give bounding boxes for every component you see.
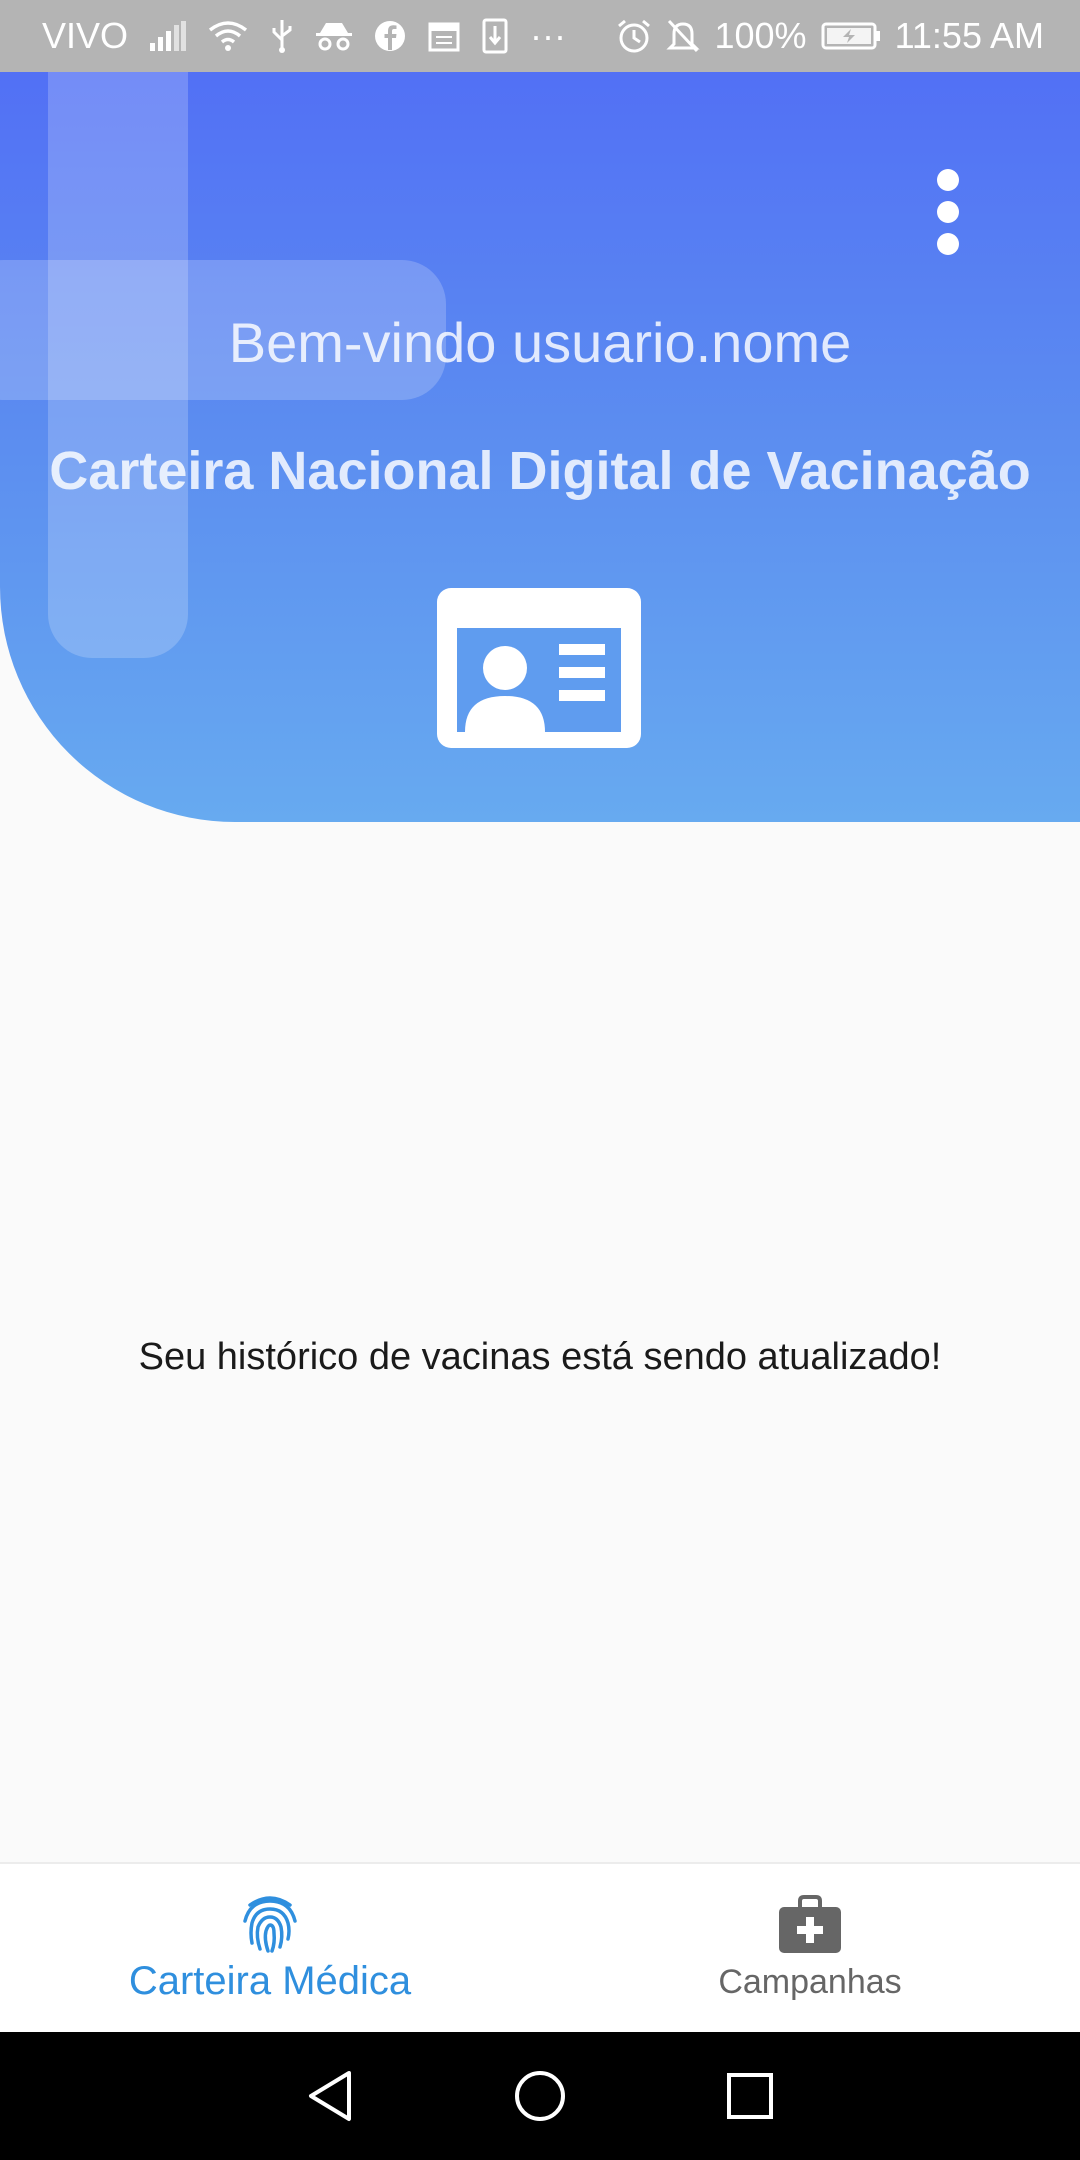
battery-icon [821, 16, 881, 56]
clock: 11:55 AM [894, 15, 1044, 56]
battery-percent: 100% [714, 15, 807, 56]
alarm-icon [616, 16, 652, 56]
system-navigation-bar [0, 2032, 1080, 2160]
medical-bag-icon [779, 1894, 841, 1953]
fingerprint-icon [240, 1893, 300, 1955]
menu-dot [937, 233, 959, 255]
vaccine-history-message: Seu histórico de vacinas está sendo atua… [138, 1336, 942, 1378]
incognito-icon [316, 16, 353, 56]
status-left: VIVO ··· [0, 15, 566, 57]
menu-dot [937, 201, 959, 223]
carrier-label: VIVO [42, 15, 129, 56]
calendar-icon [428, 16, 460, 56]
recents-icon[interactable] [720, 2066, 780, 2126]
mute-icon [666, 16, 701, 56]
overflow-indicator: ··· [530, 15, 566, 56]
usb-icon [270, 16, 294, 56]
facebook-icon [374, 16, 406, 56]
page-title: Carteira Nacional Digital de Vacinação [49, 441, 1031, 501]
back-icon[interactable] [300, 2066, 360, 2126]
id-card-icon [437, 588, 641, 748]
home-icon[interactable] [510, 2066, 570, 2126]
tab-label-campanhas: Campanhas [718, 1962, 902, 2001]
header: Bem-vindo usuario.nome Carteira Nacional… [0, 72, 1080, 822]
tab-carteira-medica[interactable]: Carteira Médica [0, 1864, 540, 2032]
status-right: 100% 11:55 AM [616, 15, 1080, 57]
bottom-navigation: Carteira Médica Campanhas [0, 1862, 1080, 2032]
wifi-icon [208, 16, 248, 56]
tab-campanhas[interactable]: Campanhas [540, 1864, 1080, 2032]
download-icon [482, 16, 508, 56]
menu-dot [937, 169, 959, 191]
signal-icon [150, 16, 187, 56]
status-bar: VIVO ··· 100% 11:55 AM [0, 0, 1080, 72]
tab-label-carteira-medica: Carteira Médica [128, 1958, 412, 2003]
more-vert-icon[interactable] [920, 162, 976, 262]
welcome-text: Bem-vindo usuario.nome [228, 311, 852, 374]
